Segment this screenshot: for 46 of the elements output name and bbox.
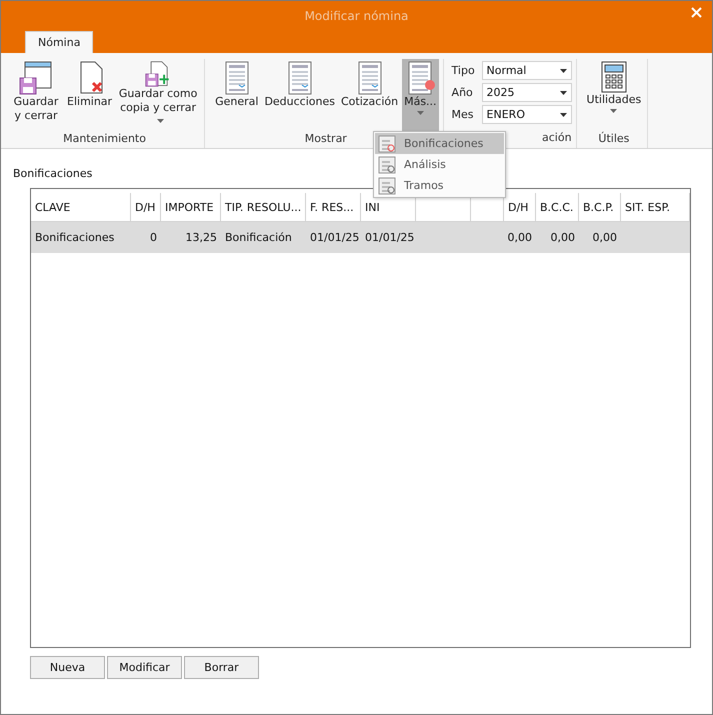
group-label: Mantenimiento	[63, 131, 146, 147]
ribbon-button[interactable]: Deducciones	[262, 59, 337, 131]
ribbon-tab[interactable]: Nómina	[25, 31, 94, 53]
group-label: Mostrar	[304, 131, 347, 147]
report-icon	[378, 176, 396, 194]
field-label: Mes	[452, 108, 475, 121]
table-cell-text: 0,00	[506, 230, 533, 246]
ribbon-button[interactable]: Utilidades	[584, 59, 644, 131]
table-cell-text: Bonificaciones	[34, 230, 116, 246]
group-label: Útiles	[598, 131, 630, 147]
table-cell-text: 0	[149, 230, 158, 246]
action-button[interactable]: Borrar	[184, 656, 259, 679]
caret-icon	[560, 112, 567, 116]
menu-item[interactable]: Bonificaciones	[375, 133, 504, 154]
action-button[interactable]: Modificar	[107, 656, 182, 679]
report-icon	[378, 156, 396, 174]
save-icon	[19, 61, 53, 95]
table-cell-text: 01/01/25	[309, 230, 360, 246]
group-label: ación	[542, 130, 572, 146]
menu-item[interactable]: Análisis	[375, 154, 504, 175]
table-cell-text: 0,00	[592, 230, 618, 246]
ribbon-button[interactable]: Más...	[402, 59, 439, 131]
ribbon-button[interactable]: Guardar y cerrar	[9, 59, 63, 131]
table-cell-text: 01/01/25	[364, 230, 416, 246]
report-icon	[378, 134, 396, 152]
ribbon-button[interactable]: Eliminar	[65, 59, 114, 131]
ribbon-button[interactable]: Guardar como copia y cerrar	[116, 59, 200, 131]
table-cell-text: 13,25	[184, 230, 218, 246]
field-label: Año	[452, 86, 474, 99]
close-icon[interactable]	[691, 7, 702, 18]
table-cell-text: 0,00	[550, 230, 576, 246]
ribbon-button[interactable]: Cotización	[338, 59, 400, 131]
caret-icon	[560, 90, 567, 94]
caret-icon	[560, 68, 567, 72]
dropdown-field[interactable]: ENERO	[482, 105, 572, 124]
dropdown-field[interactable]: Normal	[482, 61, 572, 80]
calculator-icon	[600, 61, 627, 93]
table-cell-text: Bonificación	[224, 230, 293, 246]
table-row[interactable]: Bonificaciones 0 13,25 Bonificación 01/01/25 01/01/25 0,00 0,00 0,00	[31, 222, 690, 253]
section-title: Bonificaciones	[13, 167, 92, 180]
action-button[interactable]: Nueva	[30, 656, 105, 679]
field-label: Tipo	[452, 64, 476, 77]
window-title: Modificar nómina	[304, 9, 408, 23]
dropdown-field[interactable]: 2025	[482, 83, 572, 102]
ribbon-button[interactable]: General	[213, 59, 260, 131]
menu-item[interactable]: Tramos	[375, 175, 504, 196]
